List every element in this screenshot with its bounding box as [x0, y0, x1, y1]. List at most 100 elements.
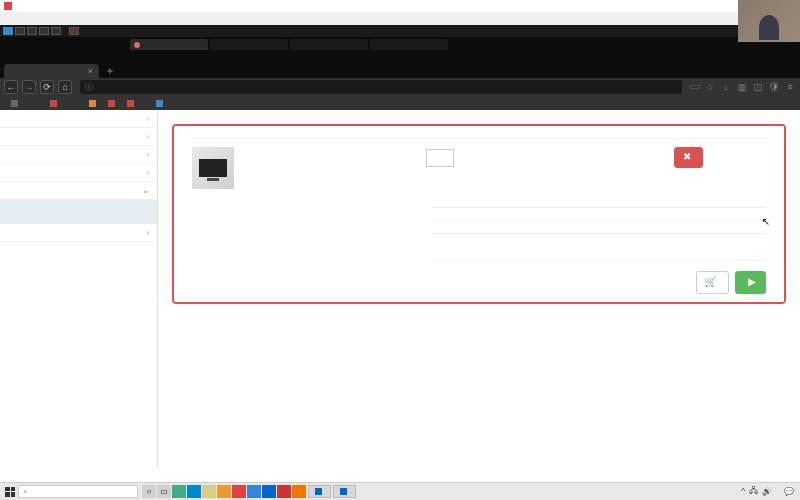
forward-button[interactable]: → [22, 80, 36, 94]
library-icon[interactable]: ▥ [736, 81, 748, 93]
store-icon[interactable] [202, 485, 216, 498]
product-image [192, 147, 234, 189]
sidebar-item-deserialization[interactable]: › [0, 128, 157, 146]
reload-button[interactable]: ⟳ [40, 80, 54, 94]
cart-summary: ↖ 🛒 ▶ [192, 207, 766, 294]
taskbar-pinned: ○ ▭ [142, 485, 306, 498]
firefox-icon[interactable] [292, 485, 306, 498]
windows-logo-icon [5, 487, 15, 497]
bookmark-ghdb[interactable] [124, 100, 139, 107]
sidebar-item-vulnerable-components[interactable]: › [0, 146, 157, 164]
close-tab-icon[interactable]: × [88, 66, 93, 76]
search-icon: ⌕ [23, 487, 27, 497]
subtotal-row [432, 207, 766, 220]
sidebar-subitem-html-tampering[interactable] [0, 216, 157, 224]
tray-volume-icon[interactable]: 🔊 [762, 487, 772, 496]
kali-workspace-2[interactable] [27, 27, 37, 35]
bookmark-exploit-db[interactable] [105, 100, 120, 107]
quantity-cell [426, 147, 490, 167]
taskbar-search[interactable]: ⌕ [18, 485, 138, 498]
bookmark-star-icon[interactable]: ☆ [704, 81, 716, 93]
xbox-icon[interactable] [172, 485, 186, 498]
browser-tabstrip: × + [0, 62, 800, 78]
system-tray: ^ 🖧 🔊 💬 [741, 485, 798, 499]
bookmark-icon [127, 100, 134, 107]
vbox-task-icon [340, 488, 347, 495]
sidebar-toggle-icon[interactable]: ◫ [752, 81, 764, 93]
sidebar-item-xss[interactable]: › [0, 110, 157, 128]
bookmarks-toolbar [0, 96, 800, 110]
sidebar-subitem-filtering[interactable] [0, 208, 157, 216]
back-button[interactable]: ← [4, 80, 18, 94]
action-cell: ✖ [674, 147, 766, 168]
info-icon[interactable]: ⓘ [85, 82, 93, 93]
explorer-icon[interactable] [217, 485, 231, 498]
tray-network-icon[interactable]: 🖧 [749, 485, 758, 499]
checkout-actions: 🛒 ▶ [432, 260, 766, 294]
bookmark-kali-docs[interactable] [47, 100, 62, 107]
shield-icon[interactable]: 🛡 [768, 81, 780, 93]
bookmark-kali-linux[interactable] [8, 100, 23, 107]
vbox-task-icon [315, 488, 322, 495]
bookmark-icon [108, 100, 115, 107]
quantity-input[interactable] [426, 149, 454, 167]
firefox-window-tabs [0, 37, 800, 50]
browser-tab-webgoat[interactable]: × [4, 64, 99, 78]
download-icon[interactable]: ↓ [720, 81, 732, 93]
address-bar[interactable]: ⓘ [80, 80, 682, 94]
remove-x-icon: ✖ [683, 152, 691, 163]
taskbar-task-vbox[interactable] [308, 485, 331, 498]
kali-panel [0, 25, 800, 37]
browser-toolbar: ← → ⟳ ⌂ ⓘ ☆ ↓ ▥ ◫ 🛡 ≡ [0, 78, 800, 96]
tray-chevron-icon[interactable]: ^ [741, 487, 745, 496]
kali-workspace-1[interactable] [15, 27, 25, 35]
cortana-icon[interactable]: ○ [142, 485, 156, 498]
play-icon: ▶ [748, 277, 756, 288]
menu-hamburger-icon[interactable]: ≡ [784, 81, 796, 93]
zoom-level[interactable] [690, 85, 700, 89]
remove-button[interactable]: ✖ [674, 147, 703, 168]
chrome-icon[interactable] [232, 485, 246, 498]
chevron-down-icon: ⌄ [142, 186, 149, 195]
mouse-cursor-icon: ↖ [762, 217, 770, 228]
firefox-favicon-icon [134, 42, 140, 48]
sidebar-item-request-forgeries[interactable]: › [0, 164, 157, 182]
tray-notifications-icon[interactable]: 💬 [784, 487, 794, 496]
chevron-right-icon: › [146, 150, 149, 159]
vbox-icon [4, 2, 12, 10]
shipping-row [432, 220, 766, 233]
continue-shopping-button[interactable]: 🛒 [696, 271, 729, 294]
window-tab-terminal-3[interactable] [370, 39, 448, 50]
kali-workspace-3[interactable] [39, 27, 49, 35]
sidebar-header-challenges[interactable]: › [0, 224, 157, 242]
bookmark-offensive-security[interactable] [86, 100, 101, 107]
window-tab-terminal-2[interactable] [290, 39, 368, 50]
bookmark-webgoat-login[interactable] [153, 100, 168, 107]
total-row [432, 233, 766, 254]
tv-icon [199, 159, 227, 177]
vbox-icon[interactable] [262, 485, 276, 498]
lesson-main: ✖ ↖ 🛒 ▶ [158, 110, 800, 468]
window-tab-webgoat[interactable] [130, 39, 208, 50]
taskview-icon[interactable]: ▭ [157, 485, 171, 498]
window-tab-terminal-1[interactable] [210, 39, 288, 50]
bookmark-icon [89, 100, 96, 107]
lesson-sidebar: › › › › ⌄ › [0, 110, 158, 468]
kali-workspace-4[interactable] [51, 27, 61, 35]
checkout-button[interactable]: ▶ [735, 271, 766, 294]
edge-icon[interactable] [187, 485, 201, 498]
home-button[interactable]: ⌂ [58, 80, 72, 94]
kali-launcher-icon[interactable] [3, 27, 13, 35]
taskbar-task-kali[interactable] [333, 485, 356, 498]
vbox-menubar [0, 12, 800, 25]
sidebar-header-client-side[interactable]: ⌄ [0, 182, 157, 200]
sidebar-subitem-bypass[interactable] [0, 200, 157, 208]
kali-app-icon[interactable] [69, 27, 79, 35]
obs-icon[interactable] [277, 485, 291, 498]
new-tab-button[interactable]: + [103, 64, 117, 78]
windows-taskbar: ⌕ ○ ▭ ^ 🖧 🔊 💬 [0, 482, 800, 500]
vscode-icon[interactable] [247, 485, 261, 498]
cart-header-row [192, 134, 766, 139]
start-button[interactable] [2, 485, 18, 499]
bookmark-icon [11, 100, 18, 107]
